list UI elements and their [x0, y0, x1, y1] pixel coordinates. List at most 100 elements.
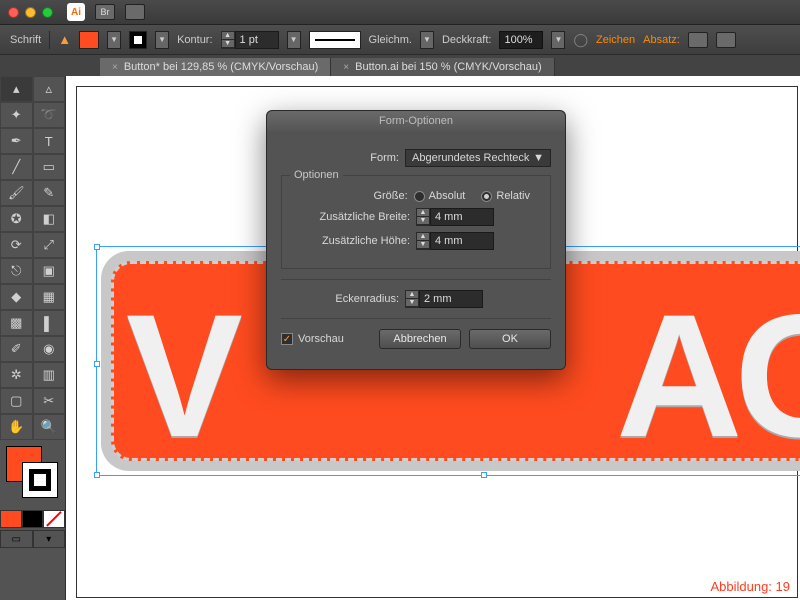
divider [281, 279, 551, 280]
document-tab-2[interactable]: × Button.ai bei 150 % (CMYK/Vorschau) [331, 58, 554, 76]
fill-dropdown[interactable]: ▼ [107, 31, 121, 49]
menu-schrift[interactable]: Schrift [10, 34, 41, 46]
pencil-tool[interactable]: ✎ [33, 180, 66, 206]
blob-brush-tool[interactable]: ✪ [0, 206, 33, 232]
opacity-input[interactable] [499, 31, 543, 49]
line-tool[interactable]: ╱ [0, 154, 33, 180]
eraser-tool[interactable]: ◧ [33, 206, 66, 232]
color-mode-button[interactable] [0, 510, 22, 528]
screen-mode-button[interactable]: ▭ [0, 530, 33, 548]
chevron-down-icon: ▼ [533, 152, 544, 164]
divider [281, 318, 551, 319]
options-bar: Schrift ▲ ▼ ▼ Kontur: ▲▼ ▼ Gleichm. ▼ De… [0, 24, 800, 54]
tools-panel: ▴ ▵ ✦ ➰ ✒ T ╱ ▭ 🖌 ✎ ✪ ◧ ⟳ ⤢ ⎋ ▣ ◆ ▦ ▩ ▌ … [0, 76, 66, 600]
document-tab-label: Button.ai bei 150 % (CMYK/Vorschau) [355, 61, 541, 73]
radio-icon [414, 191, 425, 202]
lasso-tool[interactable]: ➰ [33, 102, 66, 128]
stroke-profile-preview[interactable] [309, 31, 361, 49]
shape-select[interactable]: Abgerundetes Rechteck ▼ [405, 149, 551, 167]
bridge-button[interactable]: Br [95, 4, 115, 20]
stroke-color-indicator[interactable] [22, 462, 58, 498]
hand-tool[interactable]: ✋ [0, 414, 33, 440]
extra-height-input[interactable] [430, 232, 494, 250]
mesh-tool[interactable]: ▩ [0, 310, 33, 336]
width-tool[interactable]: ⎋ [0, 258, 33, 284]
warning-icon: ▲ [58, 32, 71, 47]
preview-checkbox[interactable]: ✓ Vorschau [281, 333, 344, 345]
size-absolute-radio[interactable]: Absolut [414, 190, 466, 202]
arrange-documents-button[interactable] [125, 4, 145, 20]
corner-radius-input[interactable] [419, 290, 483, 308]
slice-tool[interactable]: ✂ [33, 388, 66, 414]
document-tabs: × Button* bei 129,85 % (CMYK/Vorschau) ×… [0, 54, 800, 76]
checkbox-icon: ✓ [281, 333, 293, 345]
fill-swatch[interactable] [79, 31, 99, 49]
dialog-title: Form-Optionen [267, 111, 565, 131]
corner-radius-stepper[interactable]: ▲▼ [405, 290, 483, 308]
extra-width-input[interactable] [430, 208, 494, 226]
free-transform-tool[interactable]: ▣ [33, 258, 66, 284]
options-legend: Optionen [290, 169, 343, 181]
style-icon[interactable]: ◯ [573, 32, 588, 48]
character-panel-link[interactable]: Zeichen [596, 34, 635, 46]
size-relative-radio[interactable]: Relativ [481, 190, 530, 202]
app-icon: Ai [67, 3, 85, 21]
opacity-dropdown[interactable]: ▼ [551, 31, 565, 49]
extra-height-stepper[interactable]: ▲▼ [416, 232, 494, 250]
size-label: Größe: [292, 190, 408, 202]
shape-builder-tool[interactable]: ◆ [0, 284, 33, 310]
stroke-dropdown[interactable]: ▼ [155, 31, 169, 49]
selection-tool[interactable]: ▴ [0, 76, 33, 102]
eyedropper-tool[interactable]: ✐ [0, 336, 33, 362]
window-titlebar: Ai Br [0, 0, 800, 24]
paragraph-panel-link[interactable]: Absatz: [643, 34, 680, 46]
shape-options-dialog: Form-Optionen Form: Abgerundetes Rechtec… [266, 110, 566, 370]
radio-label: Absolut [429, 190, 466, 202]
magic-wand-tool[interactable]: ✦ [0, 102, 33, 128]
resize-handle[interactable] [94, 244, 100, 250]
direct-selection-tool[interactable]: ▵ [33, 76, 66, 102]
type-tool[interactable]: T [33, 128, 66, 154]
symbol-sprayer-tool[interactable]: ✲ [0, 362, 33, 388]
extra-height-label: Zusätzliche Höhe: [292, 235, 410, 247]
close-window-button[interactable] [8, 7, 19, 18]
zoom-window-button[interactable] [42, 7, 53, 18]
opacity-label: Deckkraft: [442, 34, 492, 46]
none-mode-button[interactable] [43, 510, 65, 528]
close-tab-icon[interactable]: × [112, 62, 118, 73]
close-tab-icon[interactable]: × [343, 62, 349, 73]
minimize-window-button[interactable] [25, 7, 36, 18]
divider [49, 31, 50, 49]
extra-width-stepper[interactable]: ▲▼ [416, 208, 494, 226]
resize-handle[interactable] [481, 472, 487, 478]
stroke-weight-input[interactable] [235, 31, 279, 49]
rectangle-tool[interactable]: ▭ [33, 154, 66, 180]
document-tab-1[interactable]: × Button* bei 129,85 % (CMYK/Vorschau) [100, 58, 331, 76]
column-graph-tool[interactable]: ▥ [33, 362, 66, 388]
options-fieldset: Optionen Größe: Absolut Relativ Zusätzli… [281, 175, 551, 269]
cancel-button[interactable]: Abbrechen [379, 329, 461, 349]
stroke-weight-stepper[interactable]: ▲▼ [221, 31, 279, 49]
scale-tool[interactable]: ⤢ [33, 232, 66, 258]
gradient-tool[interactable]: ▌ [33, 310, 66, 336]
change-screen-mode-button[interactable]: ▾ [33, 530, 66, 548]
document-tab-label: Button* bei 129,85 % (CMYK/Vorschau) [124, 61, 318, 73]
pen-tool[interactable]: ✒ [0, 128, 33, 154]
paintbrush-tool[interactable]: 🖌 [0, 180, 33, 206]
gradient-mode-button[interactable] [22, 510, 44, 528]
align-center-button[interactable] [716, 32, 736, 48]
zoom-tool[interactable]: 🔍 [33, 414, 66, 440]
perspective-grid-tool[interactable]: ▦ [33, 284, 66, 310]
align-left-button[interactable] [688, 32, 708, 48]
resize-handle[interactable] [94, 361, 100, 367]
blend-tool[interactable]: ◉ [33, 336, 66, 362]
fill-stroke-indicator[interactable] [4, 446, 61, 504]
rotate-tool[interactable]: ⟳ [0, 232, 33, 258]
stroke-profile-dropdown[interactable]: ▼ [420, 31, 434, 49]
stroke-swatch[interactable] [129, 31, 147, 49]
stroke-weight-dropdown[interactable]: ▼ [287, 31, 301, 49]
artboard-tool[interactable]: ▢ [0, 388, 33, 414]
preview-label: Vorschau [298, 333, 344, 345]
ok-button[interactable]: OK [469, 329, 551, 349]
resize-handle[interactable] [94, 472, 100, 478]
